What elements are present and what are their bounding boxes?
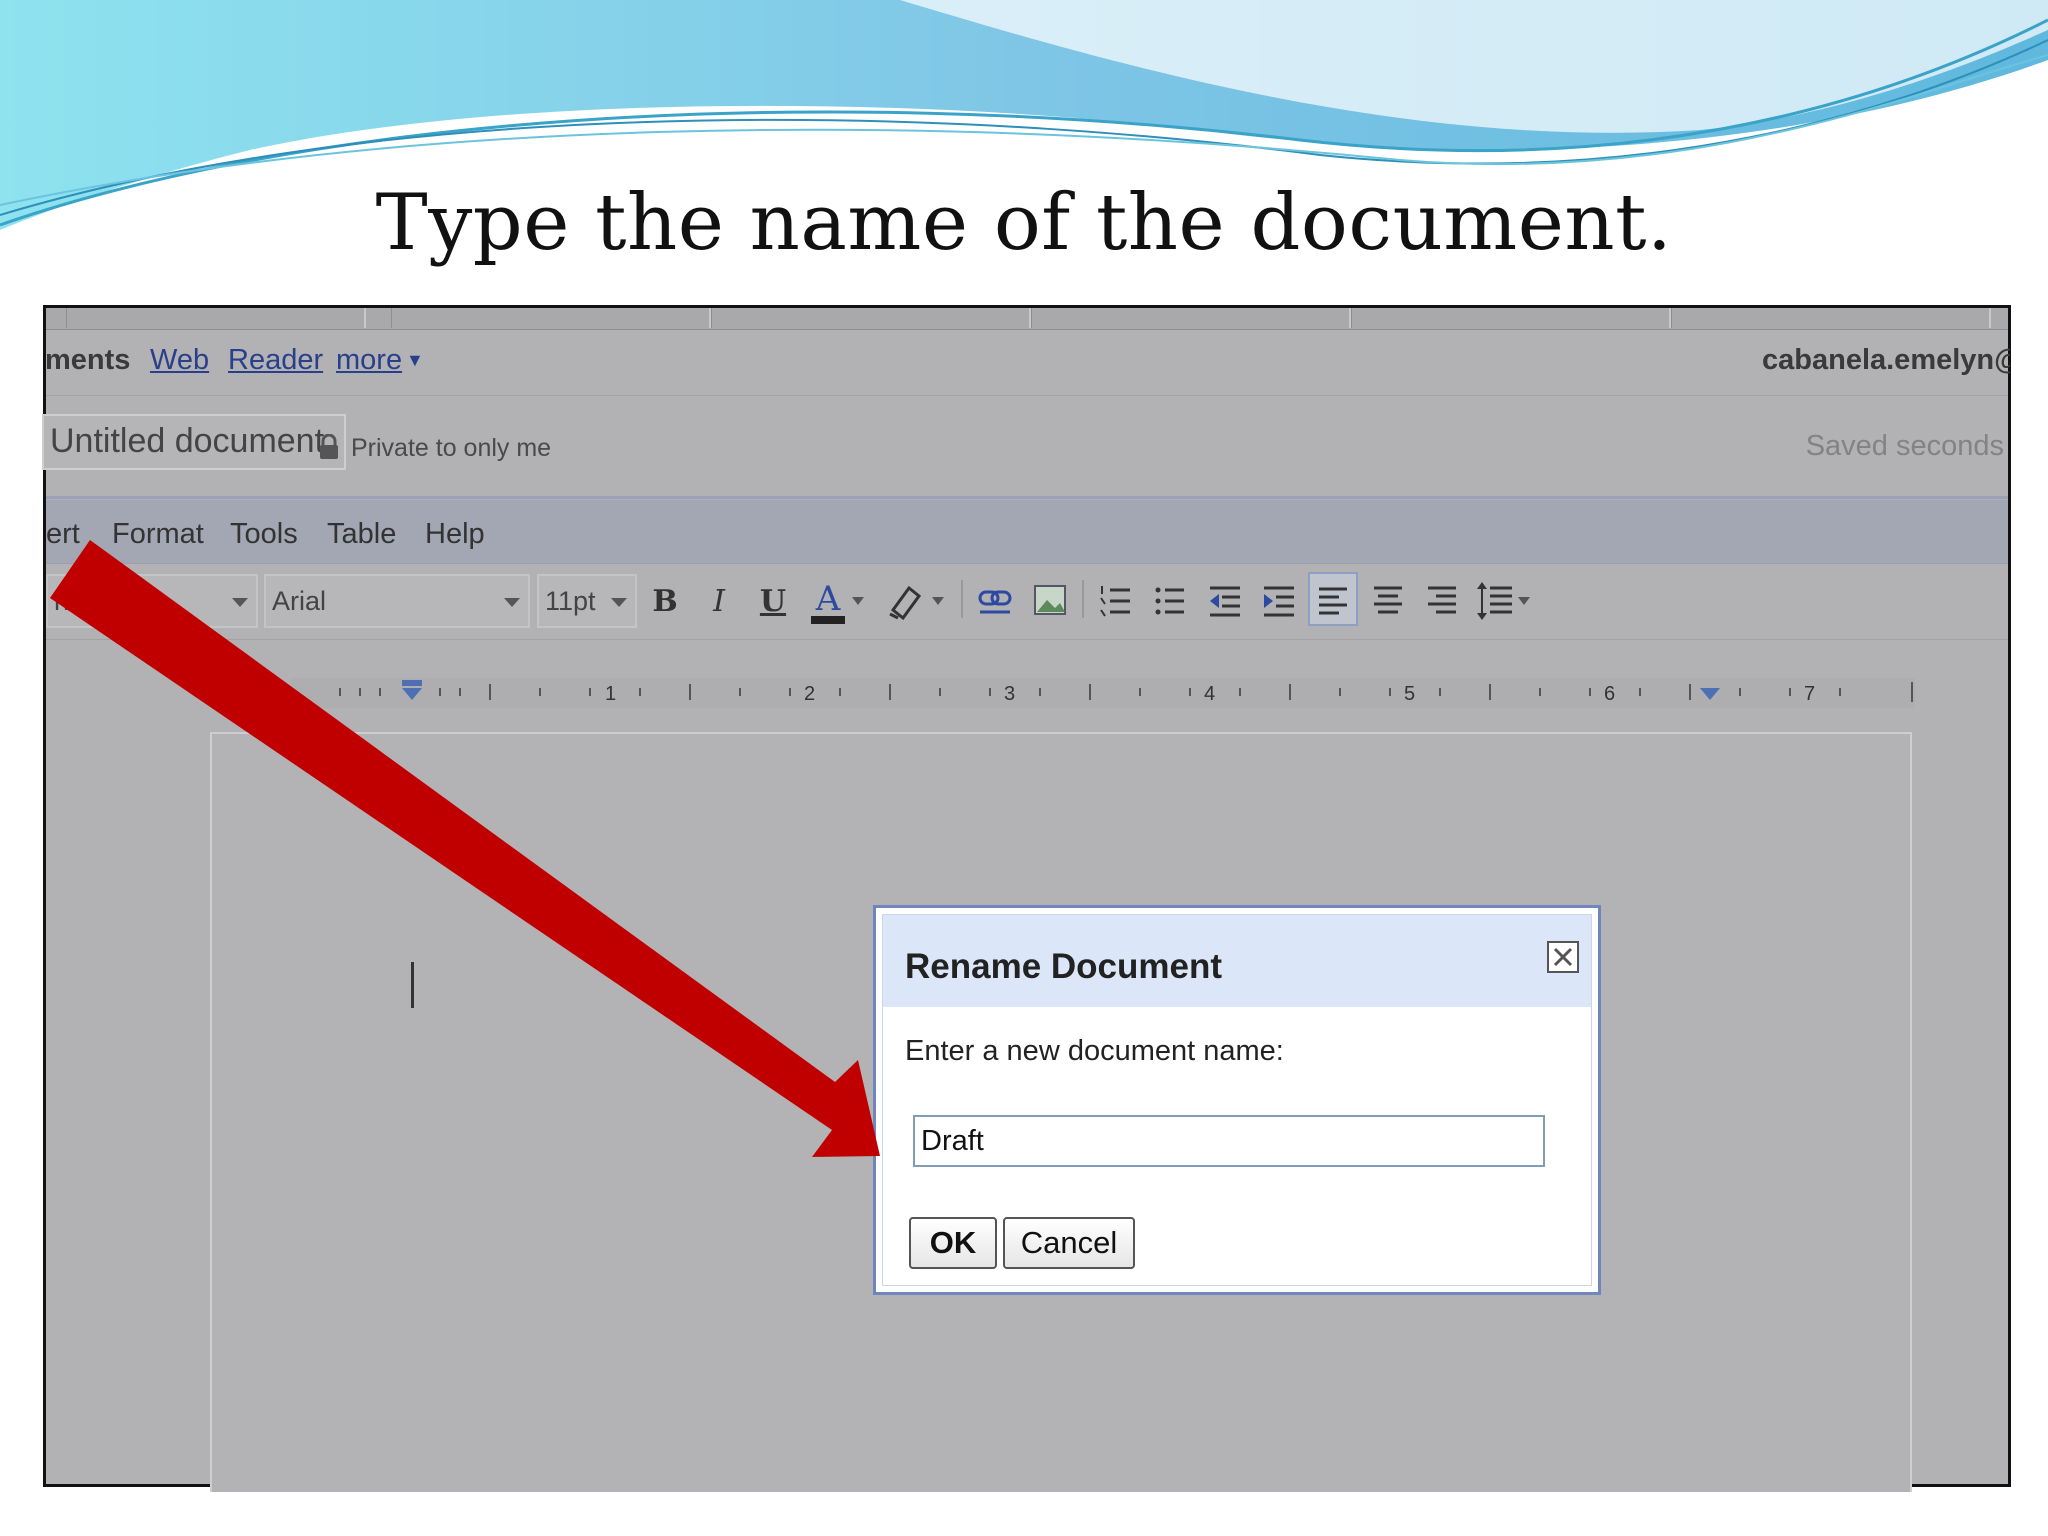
- cancel-button[interactable]: Cancel: [1003, 1217, 1135, 1269]
- dialog-body: Rename Document Enter a new document nam…: [882, 914, 1592, 1286]
- dialog-prompt: Enter a new document name:: [905, 1035, 1284, 1067]
- ruler-number: 7: [1804, 683, 1816, 705]
- align-right-icon: [1428, 586, 1456, 614]
- close-icon: [1553, 947, 1573, 967]
- ruler[interactable]: [290, 676, 1915, 716]
- numbered-list-icon: [1100, 586, 1130, 617]
- dialog-title: Rename Document: [905, 947, 1223, 986]
- ruler-number: 3: [1004, 683, 1016, 705]
- ruler-number: 6: [1604, 683, 1616, 705]
- align-center-icon: [1374, 586, 1402, 614]
- dialog-header: Rename Document: [883, 915, 1591, 1007]
- increase-indent-icon: [1264, 586, 1294, 617]
- chevron-down-icon: [852, 597, 864, 605]
- ruler-number: 4: [1204, 683, 1216, 705]
- rename-document-dialog: Rename Document Enter a new document nam…: [873, 905, 1601, 1295]
- ok-button[interactable]: OK: [909, 1217, 997, 1269]
- dialog-close-button[interactable]: [1547, 941, 1579, 973]
- highlight-icon: [889, 585, 922, 621]
- ruler-number: 5: [1404, 683, 1416, 705]
- text-cursor: [411, 962, 414, 1008]
- ruler-number: 2: [804, 683, 816, 705]
- bulleted-list-icon: [1155, 587, 1184, 615]
- chevron-down-icon: [932, 597, 944, 605]
- ruler-number: 1: [605, 683, 617, 705]
- decrease-indent-icon: [1210, 586, 1240, 617]
- toolbar-icons: [852, 580, 1530, 621]
- document-name-input[interactable]: [913, 1115, 1545, 1167]
- align-left-button[interactable]: [1308, 572, 1358, 626]
- image-icon: [1034, 585, 1066, 615]
- line-spacing-icon: [1477, 582, 1530, 620]
- align-left-icon: [1319, 587, 1347, 615]
- link-icon: [978, 590, 1012, 614]
